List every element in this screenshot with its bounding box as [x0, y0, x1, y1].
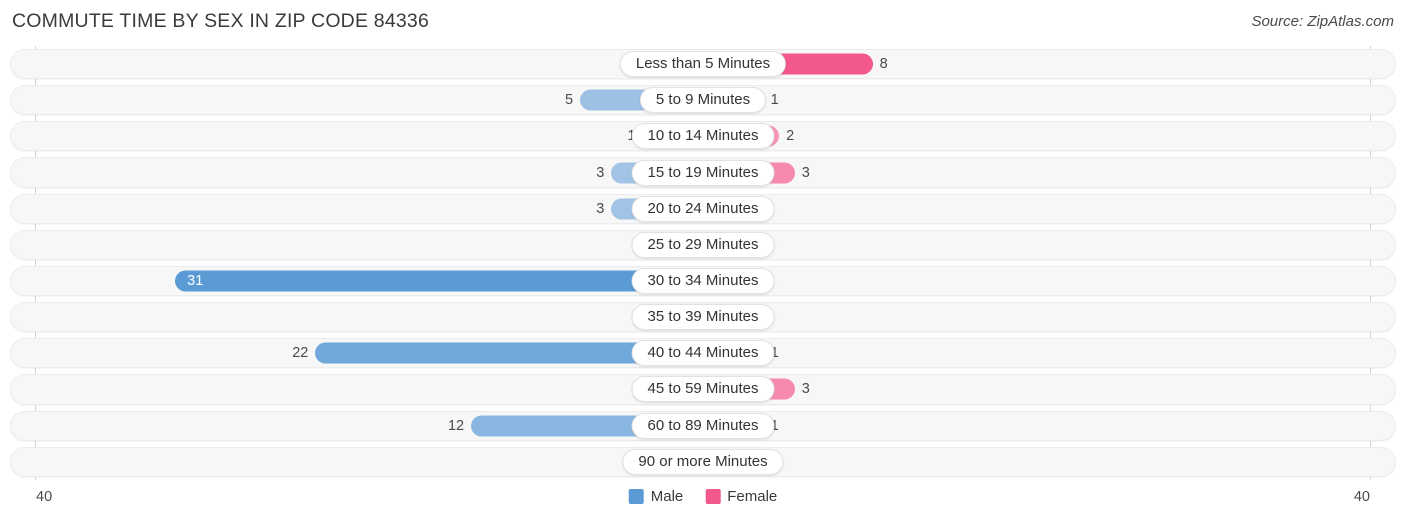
value-label-male: 12	[447, 417, 465, 434]
chart-header: COMMUTE TIME BY SEX IN ZIP CODE 84336 So…	[0, 0, 1406, 46]
category-label: 90 or more Minutes	[622, 448, 784, 475]
value-label-female: 3	[801, 164, 810, 181]
legend-item-female[interactable]: Female	[705, 488, 777, 505]
page-title: COMMUTE TIME BY SEX IN ZIP CODE 84336	[12, 10, 430, 32]
chart-footer: 40 40 Male Female	[0, 480, 1406, 523]
source-attribution: Source: ZipAtlas.com	[1251, 13, 1394, 30]
legend-swatch-male-icon	[628, 489, 644, 504]
value-label-female: 3	[801, 381, 810, 398]
chart-plot-area: 08Less than 5 Minutes515 to 9 Minutes121…	[0, 46, 1406, 480]
value-label-male: 22	[292, 345, 309, 362]
table-row: 0035 to 39 Minutes	[0, 299, 1406, 335]
chart-rows: 08Less than 5 Minutes515 to 9 Minutes121…	[0, 46, 1406, 480]
category-label: 20 to 24 Minutes	[631, 195, 775, 222]
table-row: 3 3 15 to 19 Minutes	[0, 154, 1406, 190]
value-label-female: 1	[770, 92, 779, 109]
legend-label-female: Female	[727, 488, 778, 505]
table-row: 0345 to 59 Minutes	[0, 371, 1406, 407]
category-label: 40 to 44 Minutes	[631, 340, 775, 367]
bar-male[interactable]	[175, 270, 703, 292]
category-label: 25 to 29 Minutes	[631, 231, 775, 258]
category-label: 60 to 89 Minutes	[631, 412, 775, 439]
legend-item-male[interactable]: Male	[628, 488, 684, 505]
value-label-female: 8	[879, 56, 888, 73]
table-row: 1210 to 14 Minutes	[0, 118, 1406, 154]
value-label-male: 3	[596, 164, 605, 181]
axis-tick-left: 40	[36, 489, 53, 505]
legend-label-male: Male	[650, 488, 684, 505]
category-label: 30 to 34 Minutes	[631, 268, 775, 295]
category-label: 5 to 9 Minutes	[639, 87, 767, 114]
legend-swatch-female-icon	[705, 489, 721, 504]
table-row: 3020 to 24 Minutes	[0, 191, 1406, 227]
category-label: 45 to 59 Minutes	[631, 376, 775, 403]
category-label: 10 to 14 Minutes	[631, 123, 775, 150]
table-row: 08Less than 5 Minutes	[0, 46, 1406, 82]
category-label: 15 to 19 Minutes	[631, 159, 775, 186]
table-row: 5 15 to 9 Minutes	[0, 82, 1406, 118]
table-row: 12 1 60 to 89 Minutes	[0, 408, 1406, 444]
axis-tick-right: 40	[1353, 489, 1370, 505]
table-row: 31030 to 34 Minutes	[0, 263, 1406, 299]
category-label: 35 to 39 Minutes	[631, 304, 775, 331]
value-label-female: 2	[786, 128, 795, 145]
chart-legend: Male Female	[628, 488, 777, 505]
value-label-male: 31	[187, 273, 204, 290]
table-row: 22 1 40 to 44 Minutes	[0, 335, 1406, 371]
table-row: 0025 to 29 Minutes	[0, 227, 1406, 263]
category-label: Less than 5 Minutes	[619, 51, 787, 78]
value-label-male: 3	[596, 200, 605, 217]
table-row: 1090 or more Minutes	[0, 444, 1406, 480]
value-label-male: 5	[565, 92, 574, 109]
